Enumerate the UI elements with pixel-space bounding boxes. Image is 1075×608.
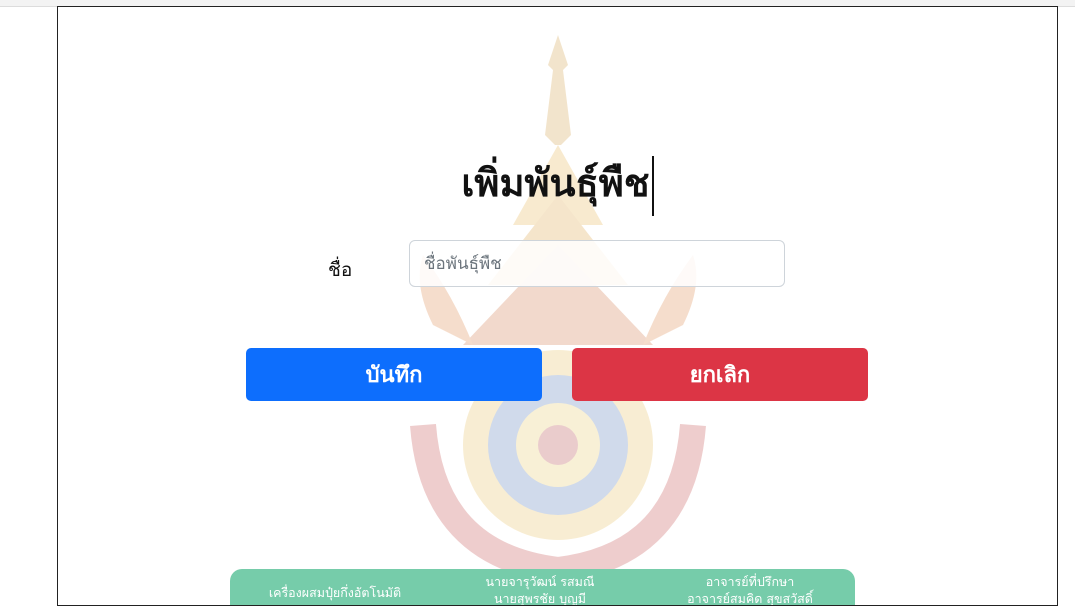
author-1: นายจารุวัฒน์ รสมณี: [485, 574, 595, 589]
advisor-label: อาจารย์ที่ปรึกษา: [705, 574, 795, 589]
footer-credits: เครื่องผสมปุ๋ยกึ่งอัตโนมัติ นายจารุวัฒน์…: [230, 569, 855, 606]
author-2: นายสุพรชัย บุญมี: [493, 591, 587, 606]
project-name: เครื่องผสมปุ๋ยกึ่งอัตโนมัติ: [268, 585, 402, 600]
text-cursor: [651, 155, 654, 216]
name-label: ชื่อ: [328, 259, 353, 281]
university-seal-watermark: [410, 35, 706, 584]
advisor-info: อาจารย์ที่ปรึกษา อาจารย์สมคิด สุขสวัสดิ์: [660, 573, 840, 606]
save-button[interactable]: บันทึก: [246, 348, 542, 401]
page-frame: เพิ่มพันธุ์พืช ชื่อ บันทึก ยกเลิก เครื่อ…: [57, 6, 1058, 606]
plant-name-input[interactable]: [409, 240, 785, 287]
advisor-name: อาจารย์สมคิด สุขสวัสดิ์: [687, 591, 813, 606]
page-title: เพิ่มพันธุ์พืช: [58, 152, 1057, 216]
cancel-button[interactable]: ยกเลิก: [572, 348, 868, 401]
author-list: นายจารุวัฒน์ รสมณี นายสุพรชัย บุญมี: [460, 573, 620, 606]
